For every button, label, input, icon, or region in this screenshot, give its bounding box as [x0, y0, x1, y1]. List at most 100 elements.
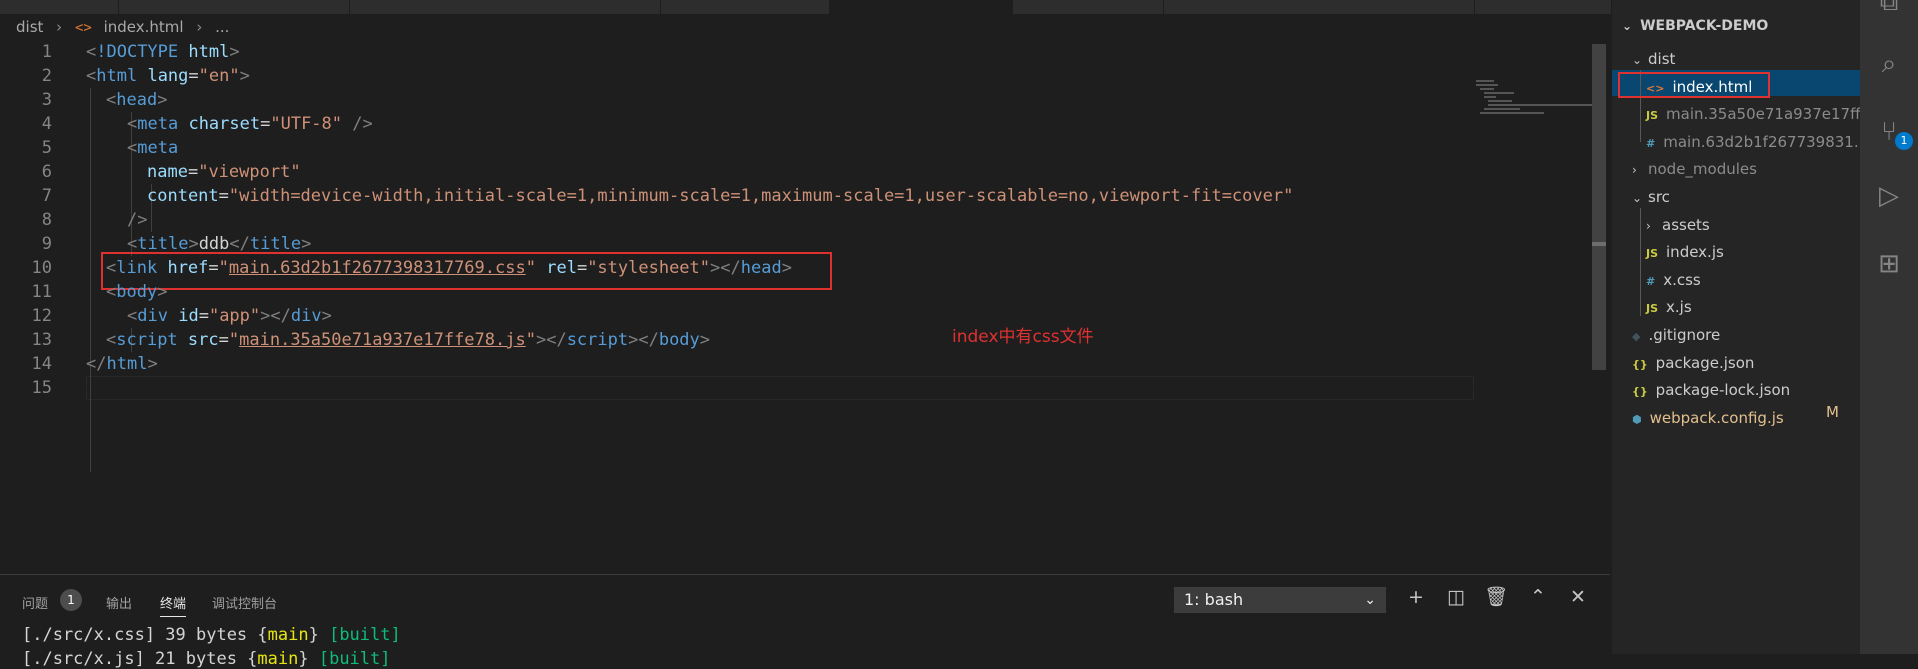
breadcrumb-folder[interactable]: dist	[16, 18, 43, 36]
code-token: id	[178, 306, 199, 326]
code-token: <	[106, 330, 117, 350]
tree-item[interactable]: # x.css	[1646, 267, 1701, 293]
explorer-icon[interactable]: ⧉	[1873, 0, 1905, 18]
editor-tab[interactable]	[661, 0, 830, 14]
tree-item-label: .gitignore	[1648, 326, 1721, 344]
tree-item[interactable]: ⌄ src	[1632, 184, 1670, 210]
code-token: </	[229, 234, 250, 254]
editor-tab[interactable]	[350, 0, 661, 14]
code-token: >	[157, 90, 168, 110]
tree-item-label: package-lock.json	[1655, 381, 1791, 399]
tree-item[interactable]: # main.63d2b1f267739831...	[1646, 129, 1868, 155]
code-token: />	[127, 210, 148, 230]
explorer-title[interactable]: ⌄ WEBPACK-DEMO	[1622, 18, 1768, 34]
tree-item[interactable]: › assets	[1646, 212, 1710, 238]
code-token: "	[525, 258, 536, 278]
tab-terminal[interactable]: 终端	[160, 593, 187, 617]
split-terminal-icon[interactable]: ◫	[1444, 585, 1468, 609]
code-token: </	[86, 354, 107, 374]
code-text: <link href="main.63d2b1f2677398317769.cs…	[106, 256, 792, 280]
code-token: <	[86, 42, 97, 62]
code-token: <	[127, 114, 138, 134]
tree-item[interactable]: JS x.js	[1646, 294, 1692, 320]
code-token: >	[699, 330, 711, 350]
code-token: body	[116, 282, 158, 302]
code-token: >	[188, 234, 199, 254]
close-icon[interactable]: ✕	[1566, 585, 1590, 609]
tree-item[interactable]: ⌄ dist	[1632, 46, 1675, 72]
annotation-text: index中有css文件	[952, 327, 1094, 347]
code-text: <!DOCTYPE html>	[86, 40, 240, 64]
tab-debug-console[interactable]: 调试控制台	[212, 593, 277, 612]
tree-item[interactable]: {} package.json	[1632, 350, 1754, 376]
problems-count-badge: 1	[60, 589, 82, 611]
code-token: <	[127, 234, 138, 254]
code-token: =	[218, 186, 229, 206]
editor-tab[interactable]	[1475, 0, 1612, 14]
extensions-icon[interactable]: ⊞	[1873, 248, 1905, 280]
editor-tab[interactable]	[0, 0, 119, 14]
line-number: 14	[31, 354, 52, 374]
plus-icon[interactable]: +	[1404, 585, 1428, 609]
minimap[interactable]	[1476, 78, 1598, 118]
code-editor[interactable]: index中有css文件 1 <!DOCTYPE html> 2 <html lang…	[0, 40, 1604, 574]
tree-item-label: main.35a50e71a937e17ff...	[1666, 105, 1875, 123]
tree-item[interactable]: JS main.35a50e71a937e17ff...	[1646, 101, 1875, 127]
line-number: 9	[41, 234, 52, 254]
tree-item[interactable]: › node_modules	[1632, 156, 1757, 182]
wp-file-icon: ⬢	[1632, 413, 1642, 426]
editor-scrollbar[interactable]	[1592, 44, 1606, 370]
code-token: rel	[546, 258, 577, 278]
code-token: name	[147, 162, 188, 182]
tree-item-label: x.js	[1666, 298, 1692, 316]
chevron-up-icon[interactable]: ⌃	[1526, 585, 1550, 609]
terminal-select-value: 1: bash	[1184, 590, 1244, 609]
search-icon[interactable]: ⌕	[1873, 48, 1905, 80]
code-token: <	[127, 138, 138, 158]
code-token[interactable]: main.35a50e71a937e17ffe78.js	[239, 330, 526, 350]
debug-icon[interactable]: ▷	[1873, 180, 1905, 212]
tree-item-label: dist	[1648, 50, 1676, 68]
css-file-icon: #	[1646, 137, 1656, 150]
code-token: title	[137, 234, 189, 254]
line-number: 12	[31, 306, 52, 326]
editor-tab[interactable]	[1164, 0, 1475, 14]
terminal-select[interactable]: 1: bash ⌄	[1174, 587, 1386, 613]
scrollbar-thumb[interactable]	[1592, 242, 1606, 246]
tree-item[interactable]: {} package-lock.json	[1632, 377, 1790, 403]
tree-item[interactable]: ◆ .gitignore	[1632, 322, 1720, 348]
tree-item-label: webpack.config.js	[1649, 409, 1784, 427]
tab-problems[interactable]: 问题	[22, 593, 48, 612]
line-number: 2	[41, 66, 52, 86]
code-token: >	[229, 42, 240, 62]
code-token: ></	[628, 330, 659, 350]
code-token[interactable]: main.63d2b1f2677398317769.css	[229, 258, 526, 278]
editor-tab[interactable]	[119, 0, 350, 14]
code-token: ></	[260, 306, 291, 326]
code-token: href	[167, 258, 209, 278]
breadcrumb-more[interactable]: ...	[215, 18, 229, 36]
breadcrumb-file[interactable]: index.html	[104, 18, 184, 36]
trash-icon[interactable]: 🗑	[1484, 585, 1508, 609]
code-token: <	[106, 90, 117, 110]
tree-item-label: assets	[1662, 216, 1710, 234]
tree-item-label: src	[1648, 188, 1670, 206]
tab-output[interactable]: 输出	[106, 593, 132, 612]
terminal-token: [built]	[329, 625, 401, 645]
editor-tab-active[interactable]	[830, 0, 1013, 14]
chevron-right-icon: ›	[1632, 163, 1637, 177]
line-number: 10	[31, 258, 52, 278]
tree-item[interactable]: ⬢ webpack.config.js	[1632, 405, 1784, 431]
editor-tab-strip[interactable]	[0, 0, 1612, 14]
code-text: <meta charset="UTF-8" />	[127, 112, 373, 136]
editor-tab[interactable]	[1013, 0, 1164, 14]
git-file-icon: ◆	[1632, 330, 1641, 343]
line-number: 8	[41, 210, 52, 230]
current-line-highlight	[86, 376, 1474, 400]
code-token: >	[239, 66, 250, 86]
tree-item[interactable]: JS index.js	[1646, 239, 1724, 265]
